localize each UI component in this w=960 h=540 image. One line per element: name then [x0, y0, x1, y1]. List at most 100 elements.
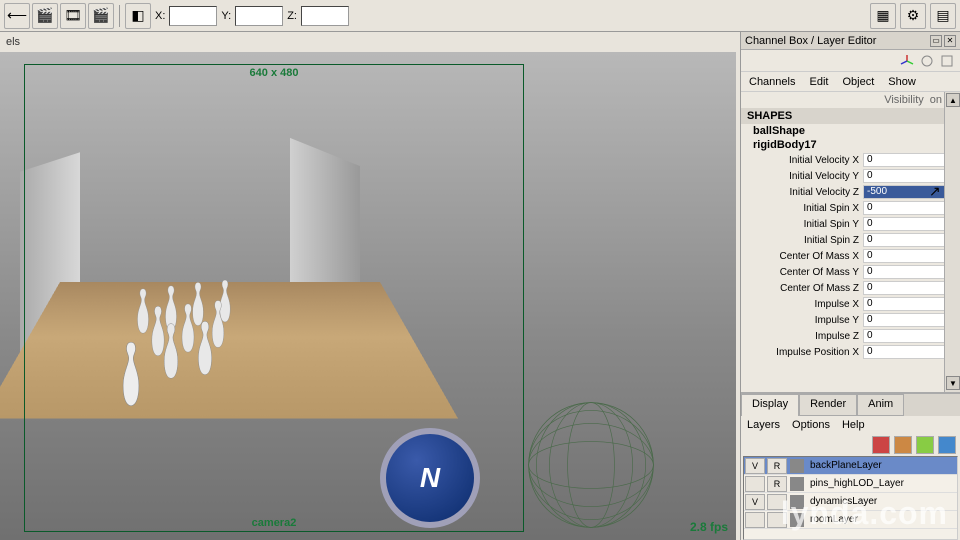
menu-channels[interactable]: Channels: [749, 76, 795, 88]
channel-menu: Channels Edit Object Show: [741, 72, 960, 92]
lynda-watermark: lynda.com: [781, 495, 948, 532]
attr-label[interactable]: Center Of Mass Z: [741, 283, 863, 294]
nav-back-button[interactable]: ⟵: [4, 3, 30, 29]
channel-box-panel: Channel Box / Layer Editor ▭ ✕ Channels …: [740, 32, 960, 540]
attr-label[interactable]: Impulse Z: [741, 331, 863, 342]
z-label: Z:: [287, 10, 297, 22]
clapper-closed-icon[interactable]: 🎬: [88, 3, 114, 29]
undock-button[interactable]: ▭: [930, 35, 942, 47]
viewport-panel-label: els: [6, 36, 20, 48]
layer-btn3[interactable]: [916, 436, 934, 454]
channel-scrollbar[interactable]: ▲ ▼: [944, 92, 960, 392]
attr-label[interactable]: Initial Spin X: [741, 203, 863, 214]
main-area: els 640 x 480 camera2 N: [0, 32, 960, 540]
tool-settings-button[interactable]: ⚙: [900, 3, 926, 29]
clapperboard-icon[interactable]: 🎬: [32, 3, 58, 29]
top-toolbar: ⟵ 🎬 🎞 🎬 ◧ X: Y: Z: ▦ ⚙ ▤: [0, 0, 960, 32]
attr-label[interactable]: Impulse Position X: [741, 347, 863, 358]
attr-row: Center Of Mass Y0: [741, 264, 960, 280]
tab-render[interactable]: Render: [799, 394, 857, 416]
attr-label[interactable]: Initial Velocity X: [741, 155, 863, 166]
close-panel-button[interactable]: ✕: [944, 35, 956, 47]
layer-tabs: Display Render Anim: [741, 394, 960, 416]
snap-toggle-button[interactable]: ◧: [125, 3, 151, 29]
cursor-icon: ↖: [929, 185, 941, 197]
attr-row: Initial Velocity Z-500↖: [741, 184, 960, 200]
ball-wireframe: [526, 400, 656, 530]
panel-title-bar: Channel Box / Layer Editor ▭ ✕: [741, 32, 960, 50]
layer-toolbar: [741, 434, 960, 456]
watermark-logo: N: [380, 428, 480, 528]
separator: [119, 5, 120, 27]
attr-row: Initial Velocity X0: [741, 152, 960, 168]
x-input[interactable]: [169, 6, 217, 26]
shape-ballshape[interactable]: ballShape: [741, 124, 960, 138]
manip-icon[interactable]: [920, 54, 934, 68]
viewport-panel: els 640 x 480 camera2 N: [0, 32, 740, 540]
menu-show[interactable]: Show: [888, 76, 916, 88]
film-icon[interactable]: 🎞: [60, 3, 86, 29]
menu-layers[interactable]: Layers: [747, 419, 780, 431]
attr-row: Center Of Mass X0: [741, 248, 960, 264]
menu-options[interactable]: Options: [792, 419, 830, 431]
tab-display[interactable]: Display: [741, 394, 799, 416]
layer-reference-toggle[interactable]: R: [767, 476, 787, 492]
layer-visibility-toggle[interactable]: [745, 476, 765, 492]
attr-row: Impulse Y0: [741, 312, 960, 328]
resolution-gate-label: 640 x 480: [250, 67, 299, 79]
attr-row: Impulse Z0: [741, 328, 960, 344]
channel-box-button[interactable]: ▤: [930, 3, 956, 29]
layer-row[interactable]: Rpins_highLOD_Layer: [744, 475, 957, 493]
visibility-row: Visibility on: [741, 92, 960, 108]
attr-row: Initial Spin Y0: [741, 216, 960, 232]
layer-btn2[interactable]: [894, 436, 912, 454]
layer-color-swatch[interactable]: [790, 477, 804, 491]
layer-btn4[interactable]: [938, 436, 956, 454]
menu-edit[interactable]: Edit: [809, 76, 828, 88]
layer-visibility-toggle[interactable]: V: [745, 494, 765, 510]
menu-help[interactable]: Help: [842, 419, 865, 431]
y-input[interactable]: [235, 6, 283, 26]
channel-icon-row: [741, 50, 960, 72]
layer-menu: Layers Options Help: [741, 416, 960, 434]
new-layer-button[interactable]: [872, 436, 890, 454]
shape-rigidbody[interactable]: rigidBody17: [741, 138, 960, 152]
attr-label[interactable]: Center Of Mass Y: [741, 267, 863, 278]
fps-display: 2.8 fps: [690, 520, 728, 534]
camera-name-label: camera2: [252, 517, 297, 529]
attr-label[interactable]: Initial Spin Y: [741, 219, 863, 230]
viewport-3d[interactable]: 640 x 480 camera2 N 2.8 fps: [0, 52, 736, 540]
attr-label[interactable]: Initial Velocity Z: [741, 187, 863, 198]
layer-visibility-toggle[interactable]: V: [745, 458, 765, 474]
axis-icon[interactable]: [900, 54, 914, 68]
layer-color-swatch[interactable]: [790, 459, 804, 473]
tab-anim[interactable]: Anim: [857, 394, 904, 416]
layer-reference-toggle[interactable]: R: [767, 458, 787, 474]
toggle-icon[interactable]: [940, 54, 954, 68]
attr-row: Initial Velocity Y0: [741, 168, 960, 184]
attr-label[interactable]: Impulse Y: [741, 315, 863, 326]
shapes-area: Visibility on SHAPES ballShape rigidBody…: [741, 92, 960, 392]
layer-row[interactable]: VRbackPlaneLayer: [744, 457, 957, 475]
scroll-down-button[interactable]: ▼: [946, 376, 960, 390]
panel-title: Channel Box / Layer Editor: [745, 35, 876, 47]
attr-label[interactable]: Initial Spin Z: [741, 235, 863, 246]
attr-label[interactable]: Initial Velocity Y: [741, 171, 863, 182]
attr-row: Initial Spin Z0: [741, 232, 960, 248]
x-label: X:: [155, 10, 165, 22]
attr-row: Center Of Mass Z0: [741, 280, 960, 296]
layer-name-label[interactable]: pins_highLOD_Layer: [806, 478, 957, 489]
attr-row: Initial Spin X0: [741, 200, 960, 216]
shapes-header: SHAPES: [741, 108, 960, 124]
attr-label[interactable]: Center Of Mass X: [741, 251, 863, 262]
attr-label[interactable]: Impulse X: [741, 299, 863, 310]
attribute-editor-button[interactable]: ▦: [870, 3, 896, 29]
attr-row: Impulse X0: [741, 296, 960, 312]
menu-object[interactable]: Object: [842, 76, 874, 88]
z-input[interactable]: [301, 6, 349, 26]
attr-row: Impulse Position X0: [741, 344, 960, 360]
layer-visibility-toggle[interactable]: [745, 512, 765, 528]
scroll-up-button[interactable]: ▲: [946, 93, 960, 107]
y-label: Y:: [221, 10, 231, 22]
layer-name-label[interactable]: backPlaneLayer: [806, 460, 957, 471]
